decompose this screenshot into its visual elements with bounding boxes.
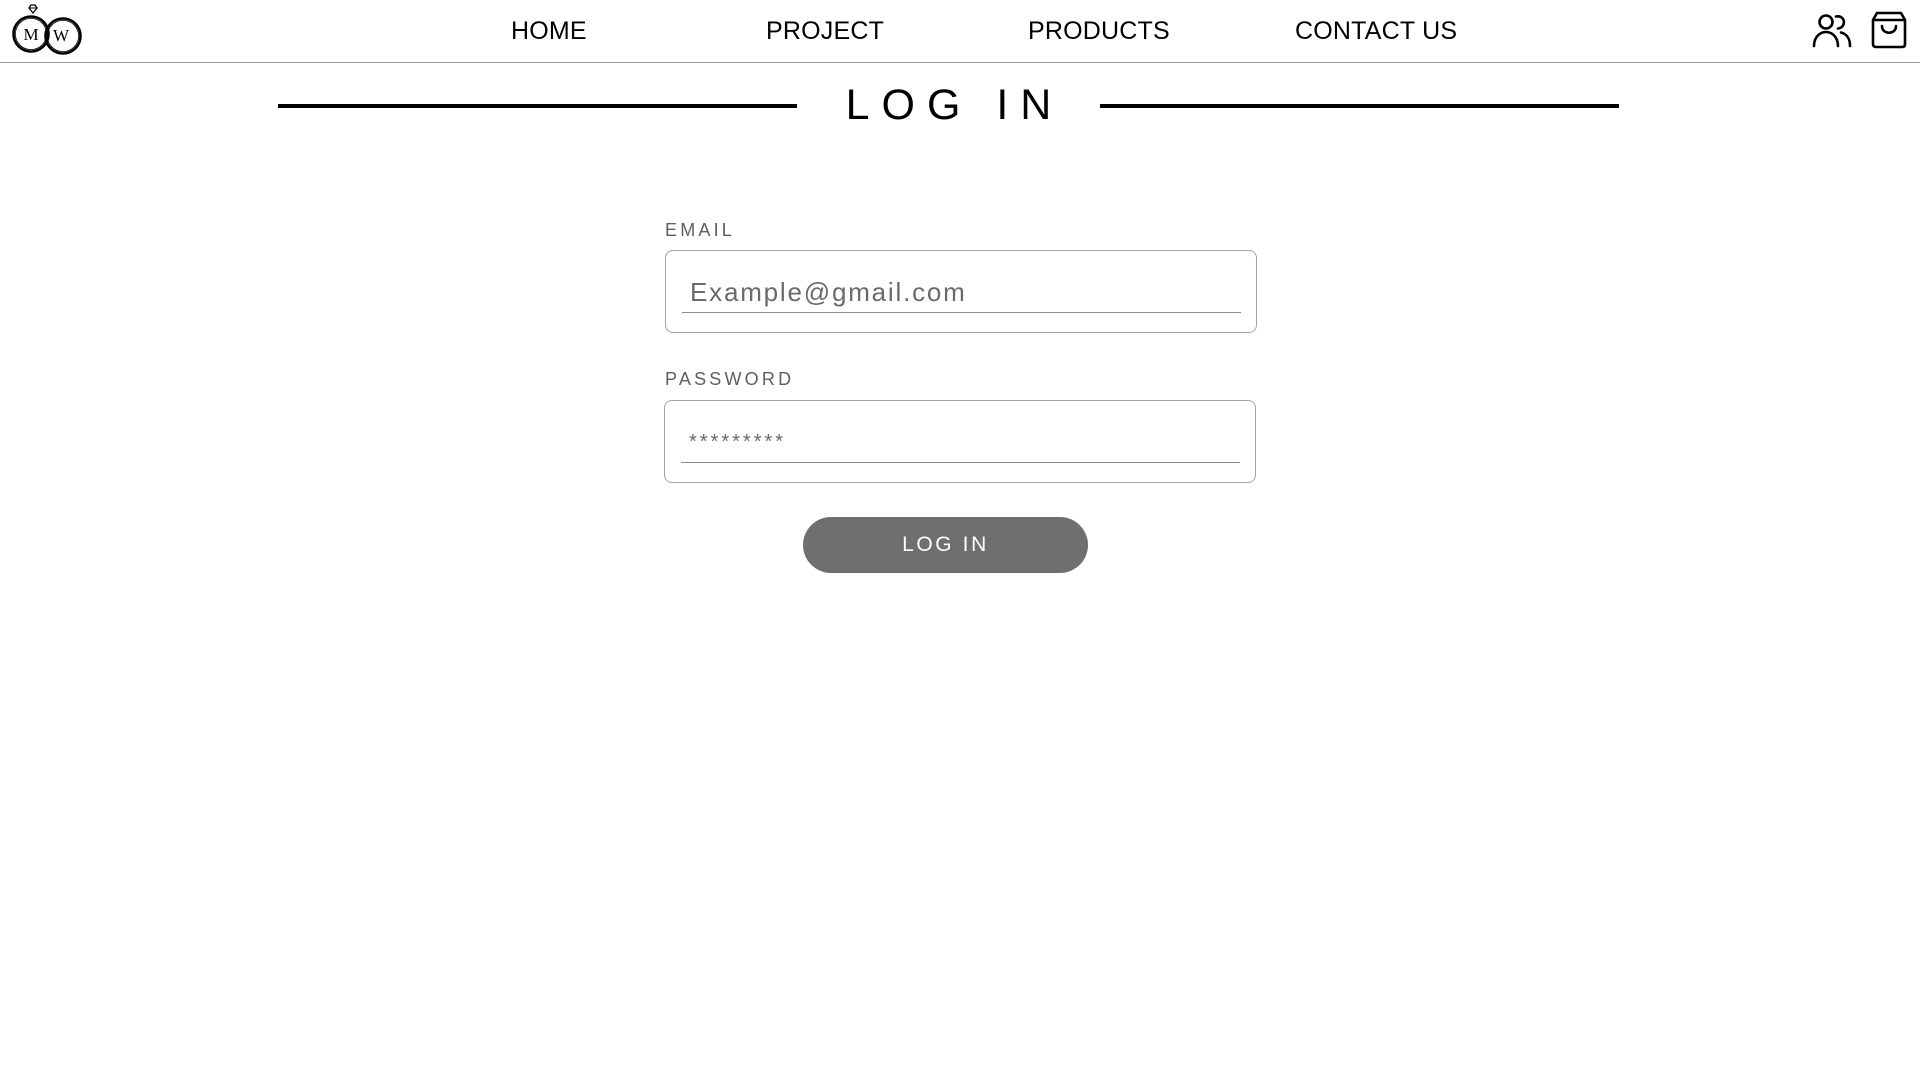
email-label: EMAIL <box>665 220 736 240</box>
logo-letter-m: M <box>23 25 38 44</box>
title-divider-left <box>278 104 797 108</box>
cart-button[interactable] <box>1869 10 1909 50</box>
rings-logo-icon: M W <box>12 4 82 55</box>
password-field-box <box>664 400 1256 483</box>
nav-link-home[interactable]: HOME <box>511 16 587 46</box>
nav-link-products[interactable]: PRODUCTS <box>1028 16 1170 46</box>
shopping-bag-icon <box>1871 11 1907 49</box>
page-title: LOG IN <box>845 81 1064 129</box>
account-button[interactable] <box>1812 10 1852 50</box>
password-field[interactable] <box>681 423 1240 463</box>
login-button[interactable]: LOG IN <box>803 517 1088 573</box>
email-field[interactable] <box>682 273 1241 313</box>
logo-letter-w: W <box>53 26 70 45</box>
title-divider-right <box>1100 104 1619 108</box>
nav-link-project[interactable]: PROJECT <box>766 16 884 46</box>
brand-logo[interactable]: M W <box>8 4 88 58</box>
email-field-box <box>665 250 1257 333</box>
site-header: M W HOME PROJECT PRODUCTS CONTACT US <box>0 0 1920 63</box>
password-label: PASSWORD <box>665 369 795 389</box>
users-icon <box>1812 14 1852 48</box>
nav-link-contact-us[interactable]: CONTACT US <box>1295 16 1457 46</box>
